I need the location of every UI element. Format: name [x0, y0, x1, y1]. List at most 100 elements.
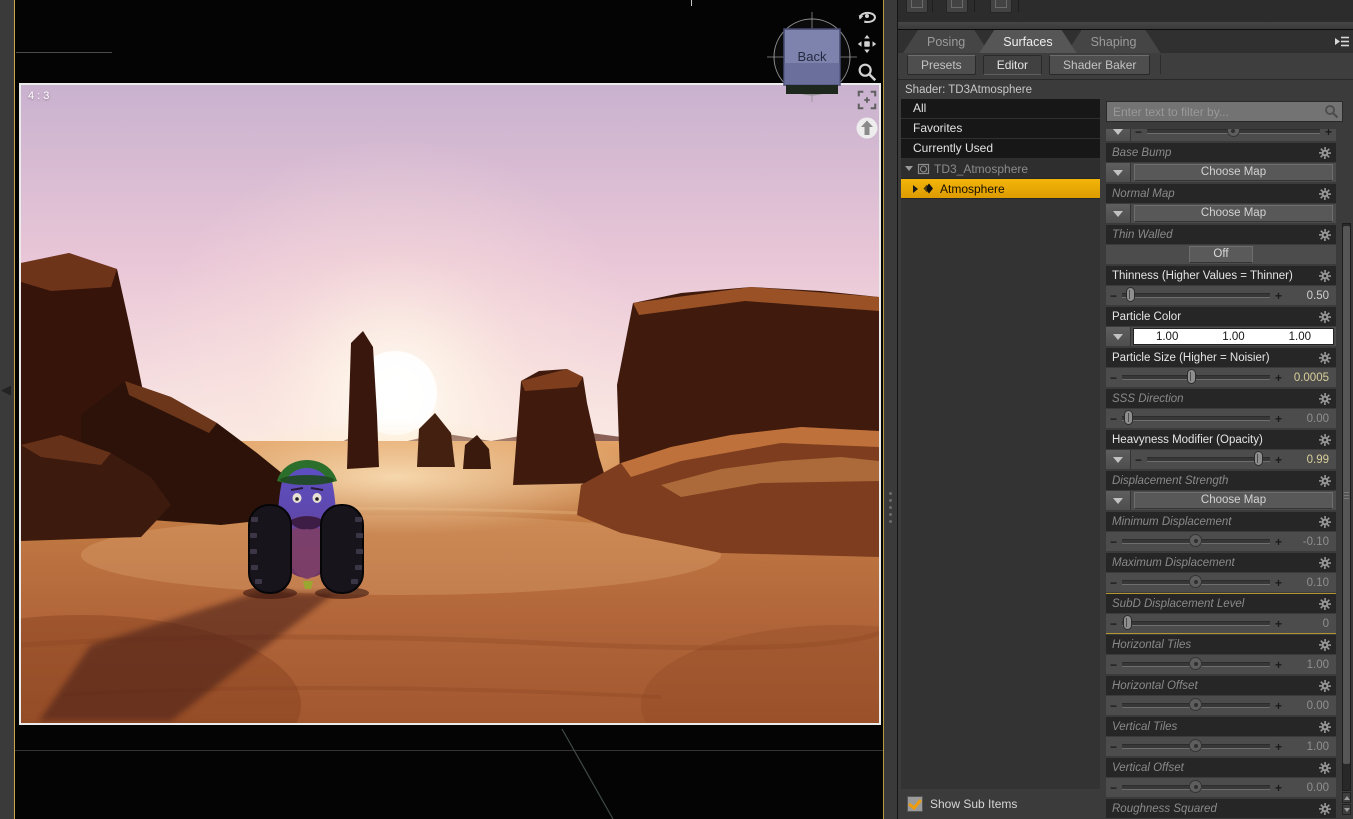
map-dropdown-button[interactable] [1106, 327, 1131, 346]
tree-root-td3-atmosphere[interactable]: TD3_Atmosphere [901, 159, 1100, 179]
slider-decrement[interactable]: − [1134, 129, 1143, 139]
slider-decrement[interactable]: − [1109, 740, 1118, 754]
show-sub-items-checkbox[interactable] [907, 796, 923, 812]
parameter-value[interactable]: -0.10 [1283, 536, 1333, 548]
parameter-value[interactable]: 0.0005 [1283, 372, 1333, 384]
slider-handle[interactable] [1122, 615, 1132, 630]
slider-handle[interactable] [1226, 129, 1240, 137]
slider-decrement[interactable]: − [1134, 453, 1143, 467]
slider-increment[interactable]: + [1274, 453, 1283, 467]
gear-icon[interactable] [1319, 474, 1331, 487]
toolbar-icon-2[interactable] [946, 0, 968, 13]
choose-map-button[interactable]: Choose Map [1134, 205, 1333, 222]
slider-handle[interactable] [1186, 369, 1196, 384]
frame-region-icon[interactable] [855, 88, 879, 112]
slider-track[interactable] [1122, 615, 1270, 630]
slider-track[interactable] [1122, 369, 1270, 384]
pane-collapse-strip[interactable]: ◀ [0, 0, 15, 819]
slider-decrement[interactable]: − [1109, 412, 1118, 426]
subtab-editor[interactable]: Editor [982, 55, 1043, 75]
scroll-up-icon[interactable] [1342, 792, 1351, 803]
slider-increment[interactable]: + [1274, 535, 1283, 549]
tab-posing[interactable]: Posing [903, 30, 989, 53]
slider-increment[interactable]: + [1274, 289, 1283, 303]
toggle-button[interactable]: Off [1189, 246, 1253, 263]
map-dropdown-button[interactable] [1106, 450, 1131, 469]
list-filter-favorites[interactable]: Favorites [901, 119, 1100, 139]
slider-decrement[interactable]: − [1109, 289, 1118, 303]
parameter-value[interactable]: 0.10 [1283, 577, 1333, 589]
slider-decrement[interactable]: − [1109, 371, 1118, 385]
panel-options-icon[interactable] [1334, 34, 1350, 49]
gear-icon[interactable] [1319, 146, 1331, 159]
color-component-value[interactable]: 1.00 [1267, 331, 1333, 343]
parameter-value[interactable]: 0.00 [1283, 782, 1333, 794]
toolbar-icon-3[interactable] [990, 0, 1012, 13]
gear-icon[interactable] [1319, 802, 1331, 815]
slider-handle[interactable] [1189, 698, 1202, 711]
gear-icon[interactable] [1319, 638, 1331, 651]
gear-icon[interactable] [1319, 515, 1331, 528]
collapse-left-icon[interactable]: ◀ [1, 382, 11, 398]
gear-icon[interactable] [1319, 392, 1331, 405]
color-value-field[interactable]: 1.00 1.00 1.00 [1133, 328, 1334, 345]
tab-surfaces[interactable]: Surfaces [979, 30, 1076, 53]
gear-icon[interactable] [1319, 187, 1331, 200]
slider-decrement[interactable]: − [1109, 699, 1118, 713]
gear-icon[interactable] [1319, 761, 1331, 774]
slider-track[interactable] [1122, 534, 1270, 547]
parameter-value[interactable]: 0.00 [1283, 413, 1333, 425]
slider-handle[interactable] [1189, 575, 1202, 588]
scroll-down-icon[interactable] [1342, 804, 1351, 815]
filter-input[interactable] [1106, 101, 1343, 122]
slider-track[interactable] [1122, 780, 1270, 793]
slider-track[interactable] [1122, 739, 1270, 752]
gear-icon[interactable] [1319, 720, 1331, 733]
slider-increment[interactable]: + [1274, 617, 1283, 631]
slider-increment[interactable]: + [1274, 412, 1283, 426]
view-cube[interactable]: Back [765, 8, 861, 104]
gear-icon[interactable] [1319, 310, 1331, 323]
slider-handle[interactable] [1189, 739, 1202, 752]
subtab-presets[interactable]: Presets [907, 55, 976, 75]
slider-increment[interactable]: + [1274, 576, 1283, 590]
gear-icon[interactable] [1319, 597, 1331, 610]
viewport-3d[interactable]: 4 : 3 Back [15, 0, 884, 819]
slider-decrement[interactable]: − [1109, 781, 1118, 795]
parameter-value[interactable]: 0.50 [1283, 290, 1333, 302]
slider-handle[interactable] [1124, 410, 1134, 425]
slider-increment[interactable]: + [1274, 371, 1283, 385]
parameter-value[interactable]: 1.00 [1283, 659, 1333, 671]
slider-track[interactable] [1122, 698, 1270, 711]
slider-track[interactable] [1122, 575, 1270, 588]
slider-track[interactable] [1147, 451, 1270, 466]
color-component-value[interactable]: 1.00 [1134, 331, 1200, 343]
render-view[interactable]: 4 : 3 [19, 83, 881, 725]
expand-arrow-icon[interactable] [913, 184, 918, 193]
pane-splitter[interactable] [884, 0, 897, 819]
slider-handle[interactable] [1189, 657, 1202, 670]
choose-map-button[interactable]: Choose Map [1134, 492, 1333, 509]
gear-icon[interactable] [1319, 556, 1331, 569]
map-dropdown-button[interactable] [1106, 491, 1131, 510]
slider-decrement[interactable]: − [1109, 658, 1118, 672]
parameter-value[interactable]: 0.99 [1283, 454, 1333, 466]
slider-handle[interactable] [1189, 534, 1202, 547]
map-dropdown-button[interactable] [1106, 163, 1131, 182]
map-dropdown-button[interactable] [1106, 129, 1131, 141]
slider-increment[interactable]: + [1324, 129, 1333, 139]
parameter-value[interactable]: 0.00 [1283, 700, 1333, 712]
color-component-value[interactable]: 1.00 [1200, 331, 1266, 343]
map-dropdown-button[interactable] [1106, 204, 1131, 223]
list-filter-all[interactable]: All [901, 99, 1100, 119]
reset-camera-icon[interactable] [855, 116, 879, 140]
subtab-shader-baker[interactable]: Shader Baker [1049, 55, 1151, 75]
choose-map-button[interactable]: Choose Map [1134, 164, 1333, 181]
slider-handle[interactable] [1253, 451, 1263, 466]
slider-track[interactable] [1122, 410, 1270, 425]
parameter-value[interactable]: 1.00 [1283, 741, 1333, 753]
orbit-icon[interactable] [855, 4, 879, 28]
parameter-value[interactable]: 0 [1283, 618, 1333, 630]
pan-icon[interactable] [855, 32, 879, 56]
slider-handle[interactable] [1189, 780, 1202, 793]
